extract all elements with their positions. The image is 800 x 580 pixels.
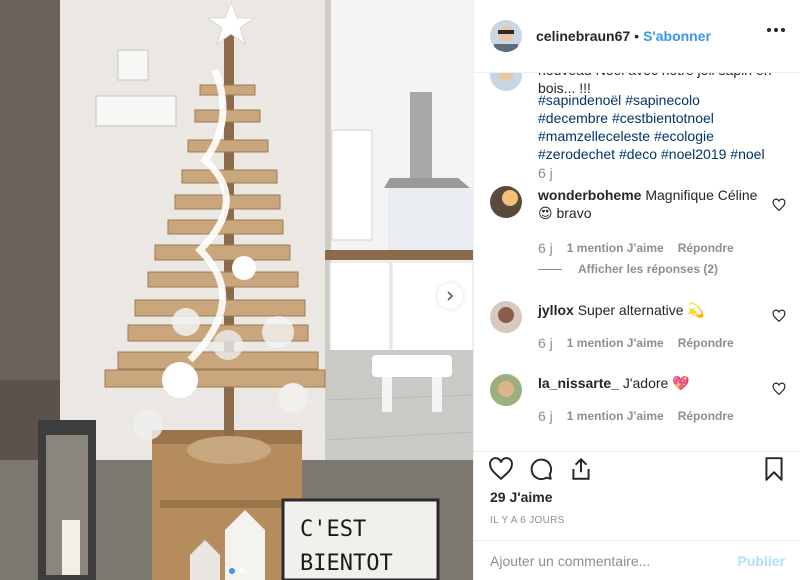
follow-button[interactable]: S'abonner bbox=[643, 28, 711, 44]
post-username[interactable]: celinebraun67 bbox=[536, 28, 630, 44]
post-actions: 29 J'aime IL Y A 6 JOURS bbox=[474, 451, 800, 526]
comment-meta: 6 j 1 mention J'aime Répondre bbox=[538, 335, 734, 351]
comment-like-heart-icon[interactable] bbox=[772, 309, 786, 323]
bookmark-icon[interactable] bbox=[761, 456, 787, 482]
avatar-image bbox=[490, 186, 522, 218]
hashtag-link[interactable]: #noel2019 bbox=[661, 146, 726, 162]
comment-text: Super alternative 💫 bbox=[577, 302, 705, 318]
hashtag-link[interactable]: #ecologie bbox=[654, 128, 714, 144]
comment-like-heart-icon[interactable] bbox=[772, 382, 786, 396]
comment-time[interactable]: 6 j bbox=[538, 240, 553, 256]
comment-meta: 6 j 1 mention J'aime Répondre bbox=[538, 408, 734, 424]
comment-username[interactable]: la_nissarte_ bbox=[538, 375, 619, 391]
avatar[interactable] bbox=[490, 301, 522, 333]
hashtag-link[interactable]: #sapindenoël bbox=[538, 92, 621, 108]
carousel-next-button[interactable] bbox=[437, 283, 463, 309]
carousel-dot-active bbox=[228, 568, 235, 574]
comment-likes[interactable]: 1 mention J'aime bbox=[567, 241, 664, 255]
avatar-image bbox=[490, 20, 522, 52]
post-header: celinebraun67 • S'abonner bbox=[474, 0, 800, 73]
hashtag-link[interactable]: #deco bbox=[619, 146, 657, 162]
comment-body: jyllox Super alternative 💫 bbox=[538, 301, 768, 319]
comment-icon[interactable] bbox=[528, 456, 554, 482]
hashtag-link[interactable]: #zerodechet bbox=[538, 146, 615, 162]
comment-time[interactable]: 6 j bbox=[538, 335, 553, 351]
view-replies-button[interactable]: Afficher les réponses (2) bbox=[538, 262, 718, 276]
likes-count[interactable]: 29 J'aime bbox=[490, 489, 553, 505]
sign-line-1: C'EST bbox=[300, 517, 366, 542]
replies-divider bbox=[538, 268, 562, 270]
carousel-dot bbox=[238, 568, 245, 574]
hashtag-link[interactable]: #decembre bbox=[538, 110, 608, 126]
post-photo[interactable]: C'EST BIENTOT bbox=[0, 0, 473, 580]
action-icons bbox=[488, 456, 594, 482]
avatar[interactable] bbox=[490, 186, 522, 218]
comment-body: la_nissarte_ J'adore 💖 bbox=[538, 374, 768, 392]
reply-button[interactable]: Répondre bbox=[678, 336, 734, 350]
chevron-right-icon bbox=[447, 291, 454, 301]
christmas-tree-photo: C'EST BIENTOT bbox=[0, 0, 473, 580]
hashtag-link[interactable]: #sapinecolo bbox=[625, 92, 700, 108]
reply-button[interactable]: Répondre bbox=[678, 409, 734, 423]
comment-username[interactable]: jyllox bbox=[538, 302, 574, 318]
comment-username[interactable]: wonderboheme bbox=[538, 187, 641, 203]
comment-likes[interactable]: 1 mention J'aime bbox=[567, 336, 664, 350]
avatar[interactable] bbox=[490, 374, 522, 406]
caption-time[interactable]: 6 j bbox=[538, 165, 553, 181]
heart-icon[interactable] bbox=[488, 456, 514, 482]
reply-button[interactable]: Répondre bbox=[678, 241, 734, 255]
caption-avatar-image bbox=[490, 73, 522, 91]
share-icon[interactable] bbox=[568, 456, 594, 482]
post-date[interactable]: IL Y A 6 JOURS bbox=[490, 515, 565, 526]
view-replies-label: Afficher les réponses (2) bbox=[578, 262, 719, 276]
avatar-image bbox=[490, 374, 522, 406]
add-comment-bar: Publier bbox=[474, 540, 800, 580]
avatar-image bbox=[490, 301, 522, 333]
separator-dot: • bbox=[634, 28, 640, 44]
more-options-icon[interactable] bbox=[767, 28, 785, 32]
post-details-panel: celinebraun67 • S'abonner nouveau Noël a… bbox=[473, 0, 800, 580]
comment-text: J'adore 💖 bbox=[622, 375, 690, 391]
comments-list[interactable]: nouveau Noël avec notre joli sapin en bo… bbox=[474, 73, 800, 451]
carousel-dots bbox=[0, 568, 473, 574]
publish-button[interactable]: Publier bbox=[738, 553, 785, 569]
comment-body: wonderboheme Magnifique Céline 😍 bravo bbox=[538, 186, 768, 222]
comment-meta: 6 j 1 mention J'aime Répondre bbox=[538, 240, 734, 256]
hashtag-link[interactable]: #mamzelleceleste bbox=[538, 128, 650, 144]
comment-input[interactable] bbox=[490, 552, 738, 569]
comment-like-heart-icon[interactable] bbox=[772, 198, 786, 212]
comment-time[interactable]: 6 j bbox=[538, 408, 553, 424]
caption-avatar[interactable] bbox=[490, 73, 522, 91]
avatar[interactable] bbox=[490, 20, 522, 52]
comment-likes[interactable]: 1 mention J'aime bbox=[567, 409, 664, 423]
hashtag-link[interactable]: #cestbientotnoel bbox=[612, 110, 714, 126]
caption-hashtags: #sapindenoël #sapinecolo #decembre #cest… bbox=[538, 79, 778, 163]
hashtag-link[interactable]: #noel bbox=[730, 146, 764, 162]
